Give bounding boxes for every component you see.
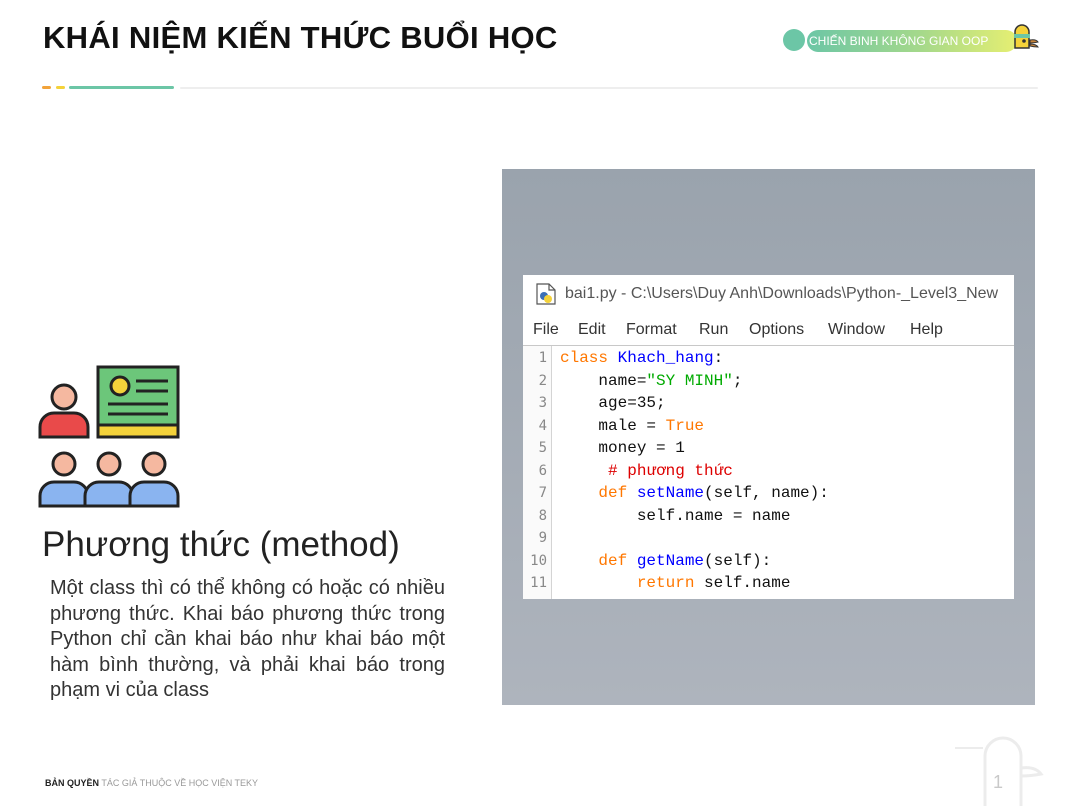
code-line: class Khach_hang: (560, 349, 723, 367)
menu-bar: File Edit Format Run Options Window Help (523, 313, 1014, 343)
code-function-name: setName (627, 484, 705, 502)
divider-line (180, 87, 1038, 89)
code-text: (self, name): (704, 484, 829, 502)
code-text: ; (732, 372, 743, 390)
line-number: 3 (538, 395, 547, 411)
mascot-watermark-icon (955, 736, 1044, 806)
code-line: male = True (560, 417, 704, 435)
menu-window[interactable]: Window (828, 321, 885, 339)
page-title: KHÁI NIỆM KIẾN THỨC BUỔI HỌC (43, 20, 558, 55)
code-string: "SY MINH" (646, 372, 733, 390)
badge-dot (783, 29, 805, 51)
window-title: bai1.py - C:\Users\Duy Anh\Downloads\Pyt… (565, 285, 999, 302)
line-number: 9 (538, 530, 547, 546)
team-presentation-icon (38, 365, 180, 508)
code-keyword: class (560, 349, 609, 367)
divider-green (69, 86, 174, 89)
divider-yellow (56, 86, 65, 89)
code-editor[interactable]: 1 2 3 4 5 6 7 8 9 10 11 class Khach_hang… (523, 345, 1014, 599)
code-text: : (713, 349, 724, 367)
code-text: male = (560, 417, 666, 435)
python-file-icon (536, 283, 556, 305)
line-number-gutter: 1 2 3 4 5 6 7 8 9 10 11 (523, 346, 552, 599)
line-number: 4 (538, 418, 547, 434)
code-comment: # phương thức (560, 462, 733, 480)
badge-label: CHIẾN BINH KHÔNG GIAN OOP (809, 34, 989, 48)
section-heading: Phương thức (method) (42, 525, 400, 564)
code-keyword: True (665, 417, 705, 435)
divider-orange (42, 86, 51, 89)
menu-file[interactable]: File (533, 321, 559, 339)
code-line: name="SY MINH"; (560, 372, 742, 390)
line-number: 1 (538, 350, 547, 366)
code-line: def getName(self): (560, 552, 771, 570)
mascot-icon (1014, 24, 1039, 49)
code-line: return self.name (560, 574, 791, 592)
line-number: 7 (538, 485, 547, 501)
menu-options[interactable]: Options (749, 321, 804, 339)
code-function-name: Khach_hang (617, 349, 714, 367)
code-function-name: getName (627, 552, 705, 570)
page-number: 1 (993, 772, 1004, 792)
idle-editor-window: bai1.py - C:\Users\Duy Anh\Downloads\Pyt… (523, 275, 1014, 599)
copyright-footer: BẢN QUYỀN TÁC GIẢ THUỘC VỀ HỌC VIỆN TEKY (45, 778, 258, 788)
code-keyword: def (560, 552, 628, 570)
line-number: 2 (538, 373, 547, 389)
menu-format[interactable]: Format (626, 321, 677, 339)
code-keyword: return (560, 574, 695, 592)
copyright-bold: BẢN QUYỀN (45, 778, 100, 788)
section-paragraph: Một class thì có thể không có hoặc có nh… (50, 577, 445, 701)
menu-edit[interactable]: Edit (578, 321, 606, 339)
window-titlebar: bai1.py - C:\Users\Duy Anh\Downloads\Pyt… (523, 275, 1014, 313)
code-text: name= (560, 372, 647, 390)
line-number: 10 (530, 553, 547, 569)
code-text: (self): (704, 552, 772, 570)
menu-run[interactable]: Run (699, 321, 728, 339)
code-line: age=35; (560, 394, 666, 412)
code-keyword: def (560, 484, 628, 502)
code-screenshot-panel: bai1.py - C:\Users\Duy Anh\Downloads\Pyt… (502, 169, 1035, 705)
code-line: def setName(self, name): (560, 484, 829, 502)
code-line: self.name = name (560, 507, 791, 525)
line-number: 5 (538, 440, 547, 456)
badge-pill: CHIẾN BINH KHÔNG GIAN OOP (807, 30, 1017, 52)
course-badge: CHIẾN BINH KHÔNG GIAN OOP (783, 22, 1043, 58)
code-text: self.name (694, 574, 791, 592)
line-number: 8 (538, 508, 547, 524)
line-number: 6 (538, 463, 547, 479)
code-line: money = 1 (560, 439, 685, 457)
line-number: 11 (530, 575, 547, 591)
menu-help[interactable]: Help (910, 321, 943, 339)
copyright-text: TÁC GIẢ THUỘC VỀ HỌC VIỆN TEKY (99, 778, 259, 788)
